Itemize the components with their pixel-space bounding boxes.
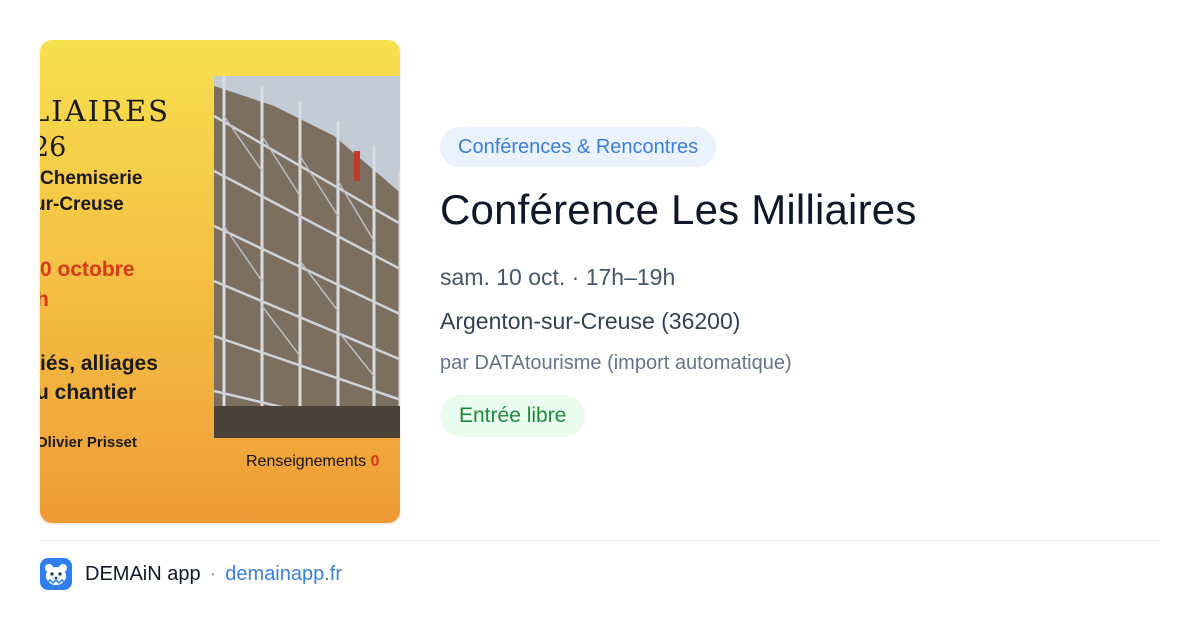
event-organizer: par DATAtourisme (import automatique): [440, 352, 792, 374]
poster-topic-line1: iés, alliages: [40, 352, 158, 375]
app-domain-link[interactable]: demainapp.fr: [225, 563, 342, 586]
footer: DEMAiN app · demainapp.fr: [40, 558, 342, 590]
poster-info-label: Renseignements: [246, 453, 371, 470]
footer-divider: [40, 540, 1160, 541]
event-location: Argenton-sur-Creuse (36200): [440, 308, 741, 334]
poster-year: 26: [40, 132, 67, 163]
poster-title: LIAIRES: [40, 94, 170, 128]
bear-icon: [40, 558, 72, 590]
poster-info: Renseignements 0: [246, 453, 379, 471]
event-datetime: sam. 10 oct. · 17h–19h: [440, 264, 676, 290]
category-tag[interactable]: Conférences & Rencontres: [440, 127, 717, 167]
footer-separator: ·: [209, 562, 217, 585]
scaffolding-illustration: [214, 76, 400, 438]
scaffolding-photo: [214, 76, 400, 438]
event-title: Conférence Les Milliaires: [440, 186, 917, 233]
app-name: DEMAiN app: [85, 562, 201, 585]
poster-venue-line1: Chemiserie: [40, 168, 143, 189]
poster-topic-line2: u chantier: [40, 381, 137, 404]
poster-hour: h: [40, 288, 49, 311]
event-poster-image: LIAIRES 26 Chemiserie ur-Creuse 0 octobr…: [40, 40, 400, 523]
price-tag: Entrée libre: [440, 395, 586, 437]
poster-speaker: Olivier Prisset: [40, 434, 137, 451]
poster-info-number: 0: [370, 453, 380, 470]
poster-venue-line2: ur-Creuse: [40, 194, 124, 215]
poster-date: 0 octobre: [40, 258, 135, 281]
